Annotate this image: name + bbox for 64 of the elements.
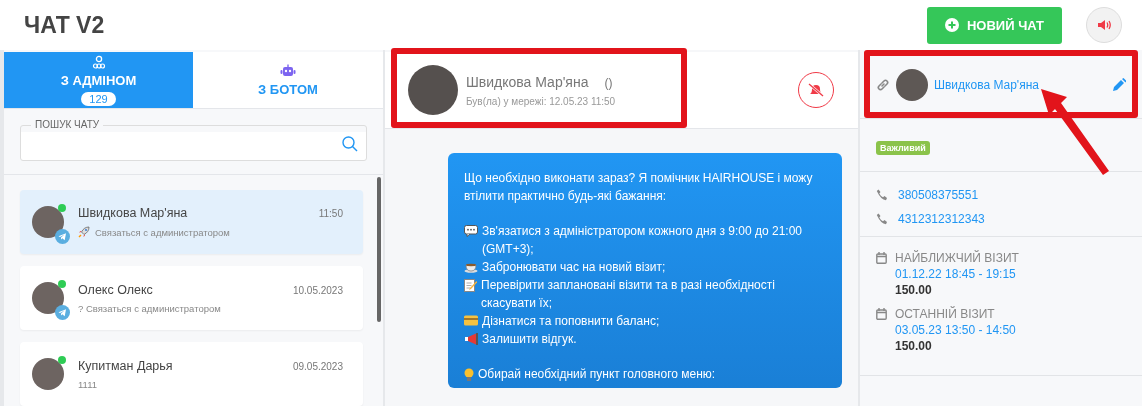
phone-link[interactable]: 380508375551 (898, 188, 979, 202)
message-preview: ? Связаться с администратором (78, 302, 221, 314)
calendar-icon (876, 252, 887, 264)
speech-bubble-icon (464, 225, 478, 237)
chat-list-item[interactable]: Олекс Олекс 10.05.2023 ? Связаться с администратором (20, 266, 363, 330)
chat-time: 11:50 (318, 208, 343, 219)
last-seen-text: Був(ла) у мережі: 12.05.23 11:50 (466, 95, 617, 107)
robot-icon (280, 63, 296, 78)
message-text: Забронювати час на новий візит; (482, 259, 667, 276)
avatar-placeholder (32, 282, 64, 314)
cup-icon (464, 261, 478, 273)
contact-name: Швидкова Мар'яна (78, 206, 188, 220)
message-preview: Связаться с администратором (95, 226, 230, 238)
page-title: ЧАТ V2 (24, 11, 105, 39)
people-icon (91, 54, 106, 69)
megaphone-icon (464, 333, 478, 345)
edit-icon[interactable] (1112, 78, 1126, 92)
visit-time: 03.05.23 13:50 - 14:50 (895, 323, 1016, 337)
sound-button[interactable] (1086, 7, 1122, 43)
chat-tab[interactable]: З БОТОМ (193, 52, 383, 108)
count-badge: 129 (81, 91, 116, 106)
memo-icon (464, 279, 477, 292)
calendar-icon (876, 308, 887, 320)
rocket-icon (78, 226, 90, 238)
message-text: Зв'язатися з адміністратором кожного дня з 9:00 до 21:00 (GMT+3); (482, 223, 804, 258)
contact-name: Олекс Олекс (78, 282, 153, 297)
chat-time: 09.05.2023 (292, 360, 343, 372)
contact-name: Купитман Дарья (78, 358, 173, 373)
credit-card-icon (464, 315, 478, 326)
link-icon (876, 78, 890, 92)
tag-label: Важливий (876, 141, 930, 155)
visit-amount: 150.00 (895, 339, 933, 353)
contact-name: Швидкова Мар'яна (466, 73, 589, 90)
plus-circle-icon (945, 18, 959, 32)
chat-tab[interactable]: З АДМІНОМ 129 (4, 52, 193, 108)
avatar-placeholder (32, 358, 64, 390)
message-text: Обирай необхідний пункт головного меню: (478, 366, 717, 383)
chat-list-item[interactable]: Купитман Дарья 09.05.2023 1111 (20, 342, 363, 406)
client-name-link[interactable]: Швидкова Мар'яна (934, 78, 1106, 92)
chat-time: 10.05.2023 (292, 284, 343, 296)
new-chat-button[interactable]: НОВИЙ ЧАТ (927, 6, 1062, 44)
message-text: Залишити відгук. (482, 331, 578, 348)
bell-off-icon (807, 82, 825, 98)
chat-list-item[interactable]: Швидкова Мар'яна 11:50 Связаться с администратором (20, 190, 363, 254)
visit-amount: 150.00 (895, 283, 933, 297)
visit-time: 01.12.22 18:45 - 19:15 (895, 267, 1017, 281)
phone-icon (876, 189, 888, 201)
message-preview: 1111 (78, 378, 98, 390)
notifications-off-button[interactable] (798, 72, 834, 108)
phone-icon (876, 213, 888, 225)
visit-label: ОСТАННІЙ ВІЗИТ (895, 307, 996, 321)
speaker-icon (1097, 19, 1111, 31)
message-text: Дізнатися та поповнити баланс; (482, 313, 661, 330)
search-field[interactable]: ПОШУК ЧАТУ (20, 119, 367, 161)
avatar-placeholder (32, 206, 64, 238)
search-icon (342, 135, 358, 152)
message-text: Перевірити заплановані візити та в разі необхідності скасувати їх; (481, 277, 776, 312)
visit-label: НАЙБЛИЖЧИЙ ВІЗИТ (895, 251, 1019, 265)
contact-extra: () (604, 75, 613, 90)
avatar-placeholder (408, 65, 458, 115)
avatar-placeholder (896, 69, 928, 101)
phone-link[interactable]: 4312312312343 (898, 212, 985, 226)
light-bulb-icon (464, 368, 474, 382)
message-text: Що необхідно виконати зараз? Я помічник HAIRHOUSE і можу втілити практично будь-які бажання: (464, 170, 814, 205)
